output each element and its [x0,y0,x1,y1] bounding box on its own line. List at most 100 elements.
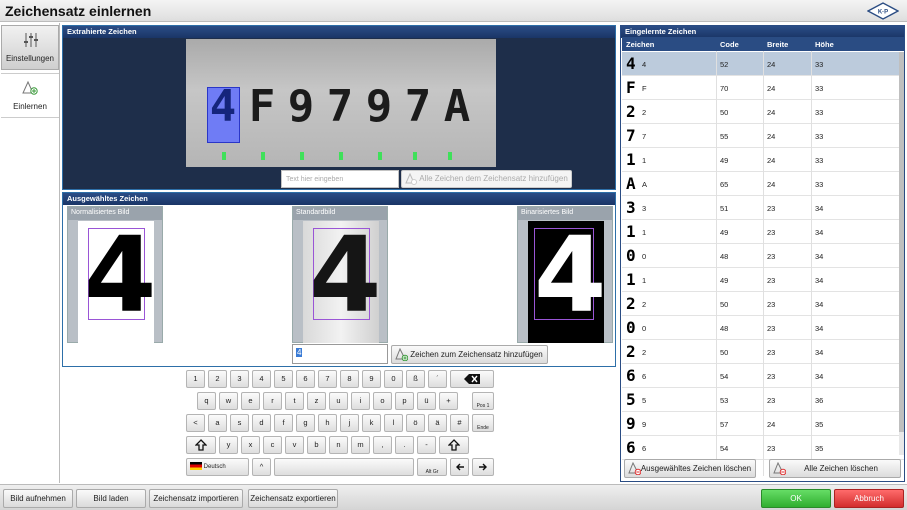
key[interactable]: n [329,436,348,454]
key[interactable]: b [307,436,326,454]
delete-selected-char-button[interactable]: Ausgewähltes Zeichen löschen [624,459,756,478]
key[interactable]: g [296,414,315,432]
key[interactable]: 7 [318,370,337,388]
plate-char[interactable]: 7 [323,81,356,141]
key[interactable]: u [329,392,348,410]
nav-settings-button[interactable]: Einstellungen [1,25,59,70]
key[interactable]: a [208,414,227,432]
plate-image[interactable]: 4 F 9 7 9 7 A [186,39,496,167]
nav-learn-label: Einlernen [13,102,47,111]
plate-char[interactable]: 9 [362,81,395,141]
learn-triangle-icon [22,80,38,95]
plate-char[interactable]: A [440,81,473,141]
key[interactable]: + [439,392,458,410]
key[interactable]: < [186,414,205,432]
arrow-left-key[interactable] [450,458,469,476]
key[interactable]: ä [428,414,447,432]
key[interactable]: w [219,392,238,410]
cancel-button[interactable]: Abbruch [834,489,904,508]
key[interactable]: ö [406,414,425,432]
col-header[interactable]: Code [720,40,739,49]
key[interactable]: ´ [428,370,447,388]
key[interactable]: 9 [362,370,381,388]
key[interactable]: f [274,414,293,432]
key[interactable]: z [307,392,326,410]
key[interactable]: l [384,414,403,432]
export-charset-button[interactable]: Zeichensatz exportieren [248,489,338,508]
key[interactable]: j [340,414,359,432]
space-key[interactable] [274,458,414,476]
key[interactable]: 5 [274,370,293,388]
char-thumbnail: 6 [626,438,636,457]
add-all-label: Alle Zeichen dem Zeichensatz hinzufügen [419,174,568,183]
col-header[interactable]: Höhe [815,40,834,49]
pos1-key[interactable]: Pos 1 [472,392,494,410]
cell-height: 34 [815,348,824,357]
key[interactable]: 2 [208,370,227,388]
key[interactable]: y [219,436,238,454]
char-marker [413,152,417,160]
key[interactable]: k [362,414,381,432]
key[interactable]: v [285,436,304,454]
char-thumbnail: 5 [626,390,636,409]
plate-text-input[interactable]: Text hier eingeben [281,170,399,188]
binarized-glyph: 4 [534,214,607,336]
key[interactable]: ü [417,392,436,410]
key[interactable]: h [318,414,337,432]
key[interactable]: 3 [230,370,249,388]
char-value-input[interactable]: 4 [292,344,388,364]
key[interactable]: i [351,392,370,410]
ok-button[interactable]: OK [761,489,831,508]
key[interactable]: x [241,436,260,454]
key[interactable]: 0 [384,370,403,388]
cell-code: 53 [720,396,729,405]
capture-image-button[interactable]: Bild aufnehmen [3,489,73,508]
key[interactable]: - [417,436,436,454]
key[interactable]: p [395,392,414,410]
key[interactable]: t [285,392,304,410]
delete-all-chars-button[interactable]: Alle Zeichen löschen [769,459,901,478]
key[interactable]: d [252,414,271,432]
key[interactable]: 8 [340,370,359,388]
key[interactable]: 1 [186,370,205,388]
plate-char[interactable]: 4 [206,81,239,141]
key[interactable]: o [373,392,392,410]
scrollbar-thumb[interactable] [899,52,904,432]
key[interactable]: r [263,392,282,410]
load-image-button[interactable]: Bild laden [76,489,146,508]
key[interactable]: e [241,392,260,410]
col-header[interactable]: Zeichen [626,40,654,49]
standard-image-box: Standardbild 4 [292,206,388,343]
key[interactable]: q [197,392,216,410]
import-charset-button[interactable]: Zeichensatz importieren [149,489,243,508]
key[interactable]: ß [406,370,425,388]
col-header[interactable]: Breite [767,40,788,49]
key[interactable]: . [395,436,414,454]
table-scrollbar[interactable] [899,52,904,455]
key[interactable]: m [351,436,370,454]
key[interactable]: , [373,436,392,454]
key[interactable]: # [450,414,469,432]
plate-char[interactable]: 7 [401,81,434,141]
delete-all-label: Alle Zeichen löschen [804,464,878,473]
cell-code: 65 [720,180,729,189]
language-key[interactable]: Deutsch [186,458,249,476]
caret-key[interactable]: ^ [252,458,271,476]
key[interactable]: 6 [296,370,315,388]
key[interactable]: c [263,436,282,454]
extracted-chars-panel: Extrahierte Zeichen 4 F 9 7 9 7 A [62,25,616,190]
plate-char[interactable]: 9 [284,81,317,141]
plate-char[interactable]: F [245,81,278,141]
key[interactable]: 4 [252,370,271,388]
arrow-right-key[interactable] [472,458,494,476]
altgr-key[interactable]: Alt Gr [417,458,447,476]
backspace-key[interactable] [450,370,494,388]
nav-learn-button[interactable]: Einlernen [1,73,59,118]
key[interactable]: s [230,414,249,432]
cell-char: 7 [642,132,647,141]
add-char-button[interactable]: Zeichen zum Zeichensatz hinzufügen [391,345,548,364]
shift-right-key[interactable] [439,436,469,454]
add-all-chars-button[interactable]: Alle Zeichen dem Zeichensatz hinzufügen [401,170,572,188]
shift-left-key[interactable] [186,436,216,454]
end-key[interactable]: Ende [472,414,494,432]
